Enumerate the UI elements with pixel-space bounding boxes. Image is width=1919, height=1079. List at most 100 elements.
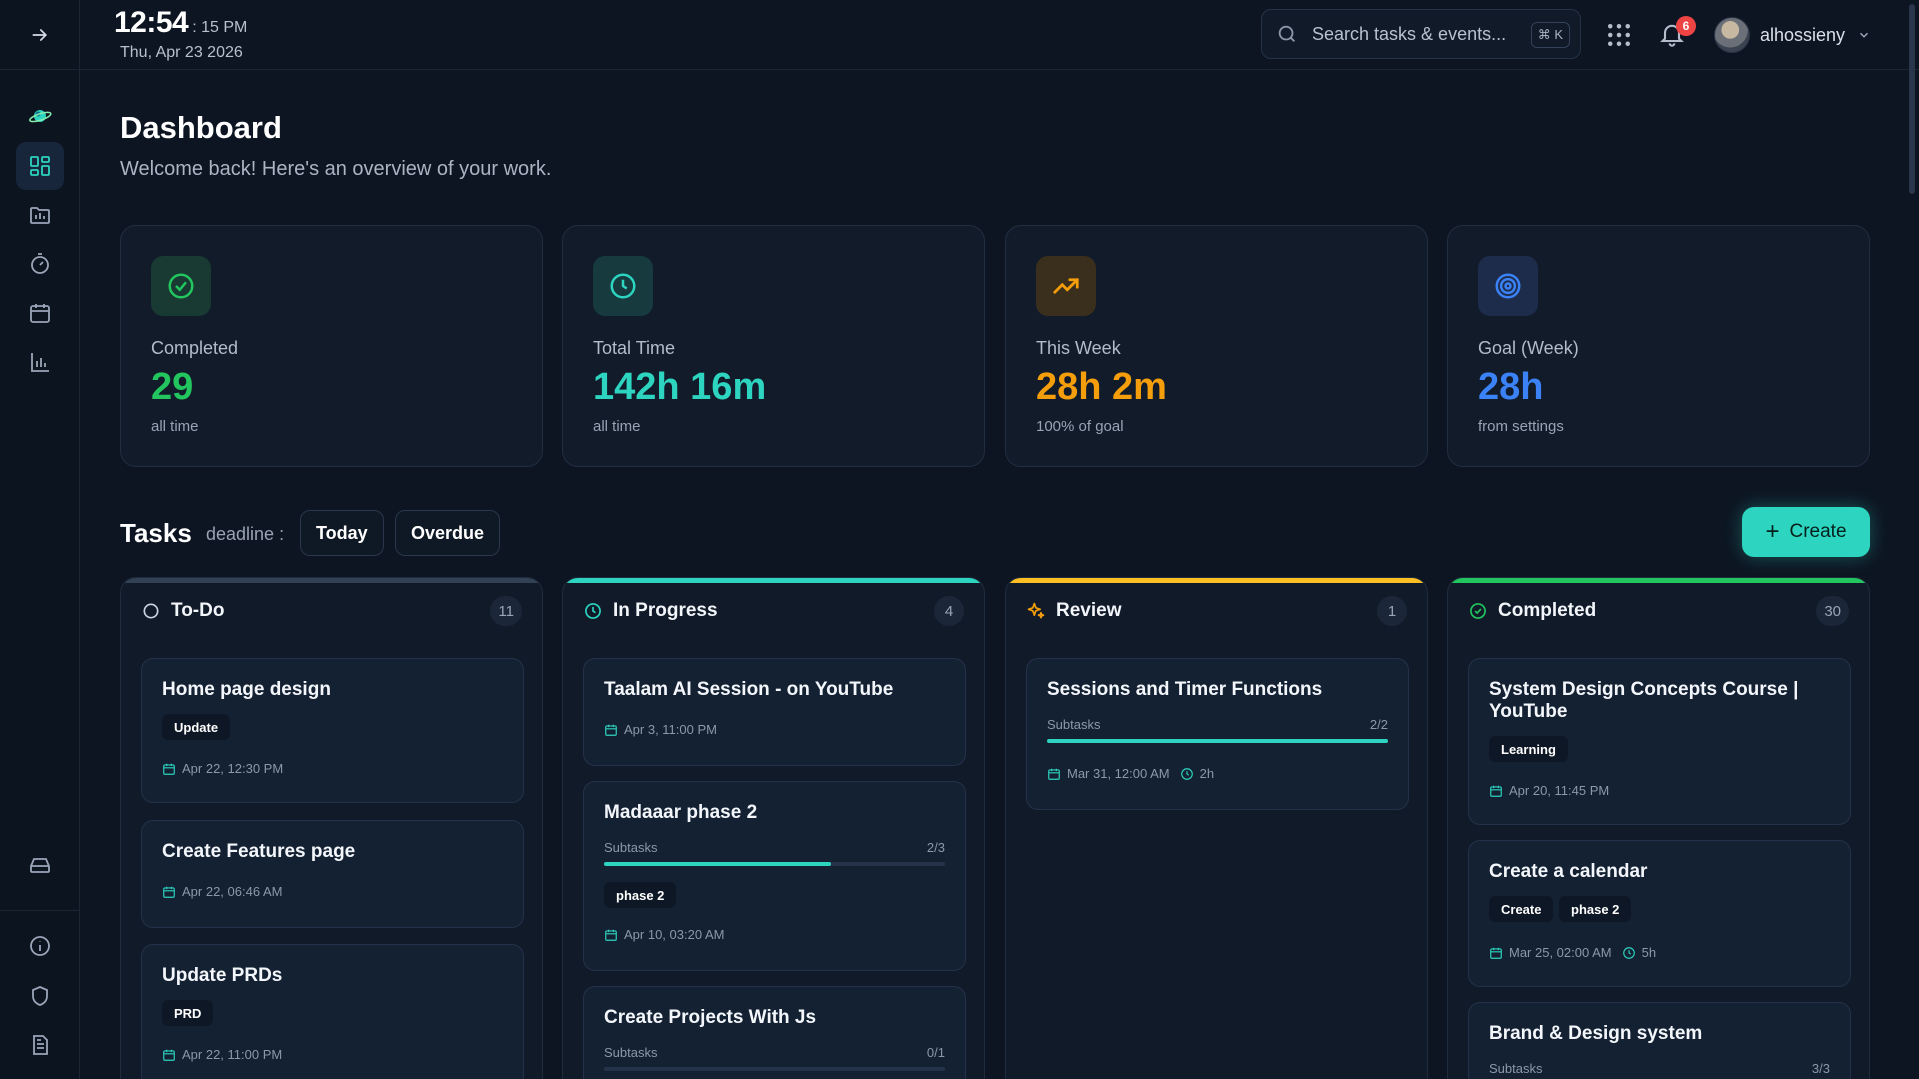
task-title: Taalam AI Session - on YouTube <box>604 679 894 700</box>
task-tag: phase 2 <box>1559 896 1632 922</box>
stat-card-total-time: Total Time 142h 16m all time <box>562 225 985 467</box>
task-date: Apr 22, 06:46 AM <box>162 884 282 899</box>
task-card[interactable]: Brand & Design system Subtasks 3/3 <box>1468 1002 1851 1079</box>
task-card[interactable]: Taalam AI Session - on YouTube Apr 3, 11… <box>583 658 966 766</box>
task-title: Create Features page <box>162 841 356 862</box>
nav-analytics-chart-icon[interactable] <box>16 338 64 386</box>
deadline-label: deadline : <box>206 524 285 544</box>
tasks-heading: Tasks <box>120 518 192 548</box>
trending-up-icon <box>1036 256 1096 316</box>
subtasks-count: 2/2 <box>1369 717 1388 732</box>
kanban-column-todo: To-Do 11 Home page design Update Apr 22,… <box>120 577 543 1079</box>
subtasks-label: Subtasks <box>1047 717 1101 732</box>
column-count-badge: 11 <box>490 596 522 626</box>
task-card[interactable]: Update PRDs PRD Apr 22, 11:00 PM <box>141 944 524 1079</box>
subtasks-label: Subtasks <box>604 840 658 855</box>
privacy-shield-icon[interactable] <box>16 972 64 1020</box>
calendar-icon <box>163 763 175 775</box>
create-task-button[interactable]: + Create <box>1742 507 1870 557</box>
clock: 12:54: 15 PM <box>114 6 247 40</box>
subtasks-progress-track <box>1047 739 1388 743</box>
search-icon <box>1278 25 1295 42</box>
column-title: To-Do <box>171 600 225 621</box>
kanban-column-in-progress: In Progress 4 Taalam AI Session - on You… <box>562 577 985 1079</box>
topbar: 12:54: 15 PM Thu, Apr 23 2026 ⌘ K 6 alho… <box>80 0 1919 70</box>
kanban-column-completed: Completed 30 System Design Concepts Cour… <box>1447 577 1870 1079</box>
search-box[interactable]: ⌘ K <box>1261 9 1581 59</box>
sidebar-header <box>0 0 79 70</box>
clock-time: 12:54 <box>114 6 189 39</box>
calendar-icon <box>1048 768 1060 780</box>
clock-seconds-period: : 15 PM <box>192 19 248 36</box>
page-subtitle: Welcome back! Here's an overview of your… <box>120 158 552 180</box>
task-title: Brand & Design system <box>1489 1023 1703 1044</box>
task-card[interactable]: System Design Concepts Course | YouTube … <box>1468 658 1851 825</box>
stat-value: 29 <box>151 366 194 408</box>
column-accent-bar <box>1006 578 1427 583</box>
notifications-bell-icon[interactable]: 6 <box>1658 16 1696 50</box>
column-title: In Progress <box>613 600 718 621</box>
storage-drive-icon[interactable] <box>16 841 64 889</box>
nav-dashboard-icon[interactable] <box>16 142 64 190</box>
nav-timer-icon[interactable] <box>16 240 64 288</box>
subtasks-row: Subtasks 0/1 <box>604 1045 945 1060</box>
avatar <box>1714 17 1750 53</box>
task-card[interactable]: Home page design Update Apr 22, 12:30 PM <box>141 658 524 803</box>
column-accent-bar <box>1448 578 1869 583</box>
task-date: Apr 22, 11:00 PM <box>162 1047 282 1062</box>
task-title: Home page design <box>162 679 331 700</box>
filter-today-button[interactable]: Today <box>300 510 384 556</box>
info-icon[interactable] <box>16 922 64 970</box>
page-scrollbar-thumb[interactable] <box>1909 4 1915 194</box>
stat-note: all time <box>151 418 199 435</box>
filter-overdue-button[interactable]: Overdue <box>395 510 501 556</box>
task-title: Sessions and Timer Functions <box>1047 679 1323 700</box>
task-card[interactable]: Create a calendar Create phase 2 Mar 25,… <box>1468 840 1851 987</box>
subtasks-label: Subtasks <box>1489 1061 1543 1076</box>
task-date-text: Apr 22, 11:00 PM <box>182 1047 283 1062</box>
task-card[interactable]: Sessions and Timer Functions Subtasks 2/… <box>1026 658 1409 810</box>
subtasks-row: Subtasks 2/2 <box>1047 717 1388 732</box>
apps-grid-icon[interactable] <box>1604 20 1634 50</box>
target-icon <box>1478 256 1538 316</box>
task-title: System Design Concepts Course | YouTube <box>1489 679 1799 722</box>
column-title: Completed <box>1498 600 1597 621</box>
terms-document-icon[interactable] <box>16 1021 64 1069</box>
nav-calendar-icon[interactable] <box>16 289 64 337</box>
task-title: Create Projects With Js <box>604 1007 817 1028</box>
column-accent-bar <box>563 578 984 583</box>
task-card[interactable]: Create Features page Apr 22, 06:46 AM <box>141 820 524 928</box>
task-date-text: Apr 20, 11:45 PM <box>1509 783 1610 798</box>
clock-icon <box>1180 767 1193 780</box>
stat-note: from settings <box>1478 418 1564 435</box>
task-card[interactable]: Create Projects With Js Subtasks 0/1 <box>583 986 966 1079</box>
app-logo-planet-icon[interactable] <box>16 92 64 140</box>
check-circle-icon <box>1470 603 1486 619</box>
task-date-text: Mar 25, 02:00 AM <box>1509 945 1612 960</box>
column-header: To-Do 11 <box>141 596 522 626</box>
nav-projects-folder-icon[interactable] <box>16 191 64 239</box>
search-shortcut-badge: ⌘ K <box>1530 22 1570 48</box>
task-card[interactable]: Madaaar phase 2 Subtasks 2/3 phase 2 Apr… <box>583 781 966 971</box>
task-date: Mar 31, 12:00 AM 2h <box>1047 766 1214 781</box>
task-tag: Learning <box>1489 736 1568 762</box>
expand-sidebar-arrow-icon[interactable] <box>30 25 50 45</box>
notification-count-badge: 6 <box>1676 16 1696 36</box>
tasks-toolbar: Tasks deadline : Today Overdue + Create <box>120 507 1870 557</box>
search-input[interactable] <box>1312 23 1522 45</box>
task-date-text: Apr 22, 12:30 PM <box>182 761 284 776</box>
calendar-icon <box>1490 785 1502 797</box>
task-duration: 2h <box>1199 766 1215 781</box>
stat-label: Completed <box>151 338 239 358</box>
column-count-badge: 4 <box>934 596 964 626</box>
task-tag: Create <box>1489 896 1554 922</box>
column-header: In Progress 4 <box>583 596 964 626</box>
plus-icon: + <box>1765 518 1780 545</box>
stat-card-goal-week: Goal (Week) 28h from settings <box>1447 225 1870 467</box>
calendar-icon <box>605 724 617 736</box>
task-title: Update PRDs <box>162 965 283 986</box>
subtasks-count: 0/1 <box>926 1045 945 1060</box>
subtasks-count: 3/3 <box>1811 1061 1830 1076</box>
user-menu[interactable]: alhossieny <box>1714 16 1871 54</box>
stat-note: all time <box>593 418 641 435</box>
